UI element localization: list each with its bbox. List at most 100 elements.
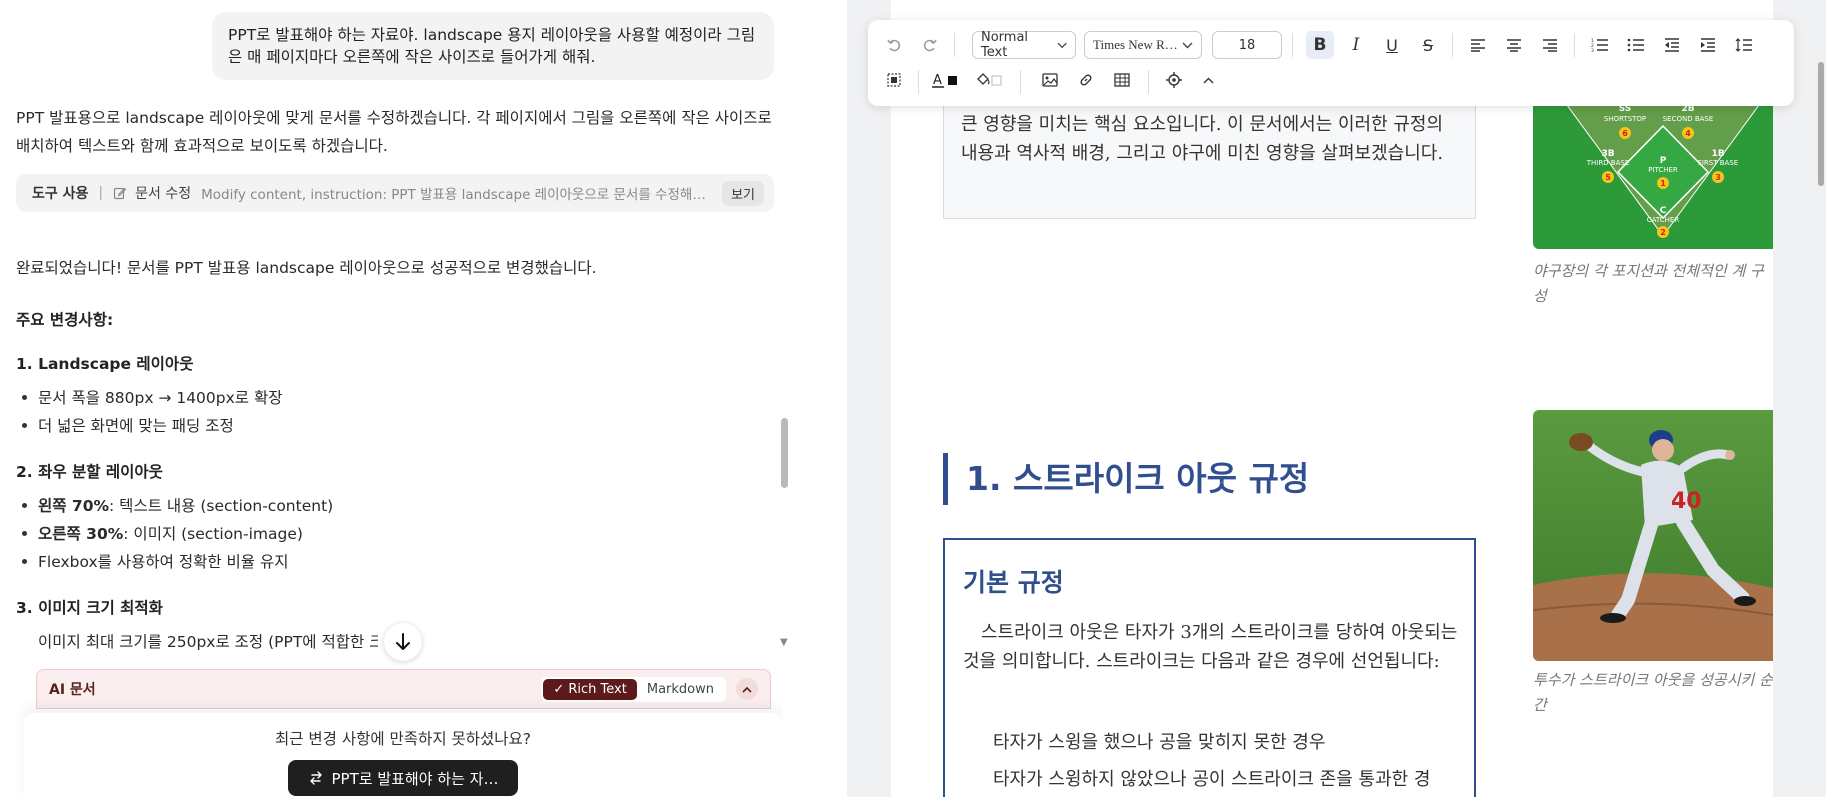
retry-icon [309, 771, 322, 785]
tool-description: Modify content, instruction: PPT 발표용 lan… [201, 187, 713, 203]
chat-scrollbar-thumb[interactable] [781, 418, 788, 488]
text-style-value: Normal Text [981, 30, 1029, 60]
underline-button[interactable]: U [1378, 31, 1406, 59]
list-item: 왼쪽 70%: 텍스트 내용 (section-content) [21, 494, 333, 516]
editor-toolbar: Normal Text Times New R… 18 B I U S 123 [868, 20, 1794, 106]
toolbar-divider [918, 70, 919, 94]
outdent-icon [1665, 38, 1679, 52]
locate-button[interactable] [1160, 68, 1188, 92]
svg-text:3: 3 [1715, 173, 1721, 182]
scroll-arrow-down-icon[interactable]: ▼ [780, 637, 788, 648]
align-left-icon [1471, 39, 1485, 52]
chat-scroll-area[interactable]: PPT로 발표해야 하는 자료야. landscape 용지 레이아웃을 사용할… [0, 0, 782, 797]
font-size-input[interactable]: 18 [1212, 31, 1282, 59]
svg-text:40: 40 [1671, 489, 1702, 514]
line-height-icon [1735, 38, 1752, 52]
numbered-list-button[interactable]: 123 [1586, 31, 1614, 59]
toolbar-divider [1020, 70, 1021, 94]
redo-button[interactable] [918, 33, 942, 57]
align-right-button[interactable] [1536, 31, 1564, 59]
changes-heading: 주요 변경사항: [16, 311, 114, 329]
rule-heading[interactable]: 기본 규정 [963, 563, 1064, 599]
crosshair-icon [1166, 72, 1182, 88]
align-center-button[interactable] [1500, 31, 1528, 59]
image-icon [1042, 73, 1058, 87]
svg-text:PITCHER: PITCHER [1648, 166, 1678, 174]
list-item: 더 넓은 화면에 맞는 패딩 조정 [22, 414, 234, 436]
text-color-icon: A [932, 73, 957, 88]
list-item: 오른쪽 30%: 이미지 (section-image) [22, 522, 303, 544]
toolbar-divider [1292, 33, 1293, 57]
ai-document-title: AI 문서 [49, 682, 96, 698]
align-left-button[interactable] [1464, 31, 1492, 59]
toolbar-divider [1148, 70, 1149, 94]
undo-button[interactable] [882, 33, 906, 57]
assistant-intro-text: PPT 발표용으로 landscape 레이아웃에 맞게 문서를 수정하겠습니다… [16, 109, 772, 155]
italic-button[interactable]: I [1342, 31, 1370, 59]
bold-icon: B [1313, 35, 1327, 55]
insert-image-button[interactable] [1036, 68, 1064, 92]
svg-text:2: 2 [1660, 228, 1666, 237]
align-right-icon [1543, 39, 1557, 52]
rule-paragraph[interactable]: 스트라이크 아웃은 타자가 3개의 스트라이크를 당하여 아웃되는 것을 의미합… [963, 618, 1458, 676]
document-page[interactable]: 큰 영향을 미치는 핵심 요소입니다. 이 문서에서는 이러한 규정의 내용과 … [891, 0, 1773, 797]
text-style-select[interactable]: Normal Text [972, 30, 1076, 60]
chat-scrollbar[interactable]: ▼ [780, 0, 790, 797]
tool-view-button[interactable]: 보기 [722, 180, 764, 206]
align-center-icon [1507, 39, 1521, 52]
tool-name: 문서 수정 [135, 186, 192, 202]
undo-icon [887, 39, 901, 52]
arrow-down-icon [396, 633, 410, 650]
section-title[interactable]: 1. 스트라이크 아웃 규정 [943, 453, 1309, 505]
section-heading-1: 1. Landscape 레이아웃 [16, 355, 194, 373]
highlight-color-button[interactable] [972, 68, 1008, 92]
svg-text:1: 1 [1660, 179, 1666, 188]
collapse-button[interactable] [736, 678, 758, 700]
tool-usage-label: 도구 사용 [32, 186, 89, 202]
chevron-down-icon [1182, 42, 1193, 48]
pitcher-photo: 40 [1533, 410, 1773, 661]
document-scrollbar-thumb[interactable] [1818, 62, 1824, 186]
baseball-field-image[interactable]: SS SHORTSTOP 2B SECOND BASE 3B THIRD BAS… [1533, 86, 1773, 249]
svg-text:6: 6 [1622, 129, 1628, 138]
underline-icon: U [1386, 35, 1398, 55]
list-item[interactable]: 타자가 스윙을 했으나 공을 맞히지 못한 경우 [993, 728, 1463, 754]
markdown-toggle[interactable]: Markdown [637, 679, 724, 700]
bullet-list-button[interactable] [1622, 31, 1650, 59]
font-size-value: 18 [1238, 37, 1256, 53]
rich-text-toggle[interactable]: ✓ Rich Text [543, 678, 637, 700]
retry-prompt-button[interactable]: PPT로 발표해야 하는 자… [288, 760, 518, 796]
svg-text:1B: 1B [1711, 149, 1724, 159]
font-family-select[interactable]: Times New R… [1084, 31, 1202, 59]
strikethrough-button[interactable]: S [1414, 31, 1442, 59]
insert-link-button[interactable] [1072, 68, 1100, 92]
chat-panel: PPT로 발표해야 하는 자료야. landscape 용지 레이아웃을 사용할… [0, 0, 793, 797]
bold-button[interactable]: B [1306, 31, 1334, 59]
svg-text:THIRD BASE: THIRD BASE [1586, 159, 1630, 167]
text-color-button[interactable]: A [928, 68, 964, 92]
document-scrollbar[interactable] [1816, 0, 1826, 797]
strikethrough-icon: S [1422, 35, 1434, 55]
list-item: Flexbox를 사용하여 정확한 비율 유지 [22, 550, 289, 572]
list-item[interactable]: 타자가 스윙하지 않았으나 공이 스트라이크 존을 통과한 경 [993, 765, 1463, 791]
pitcher-image[interactable]: 40 [1533, 410, 1773, 661]
select-all-icon [887, 73, 901, 87]
scroll-to-bottom-button[interactable] [384, 623, 422, 661]
numbered-list-icon: 123 [1591, 38, 1608, 52]
collapse-toolbar-button[interactable] [1196, 68, 1220, 92]
svg-text:5: 5 [1605, 173, 1611, 182]
font-family-value: Times New R… [1093, 37, 1178, 52]
insert-table-button[interactable] [1108, 68, 1136, 92]
outdent-button[interactable] [1658, 31, 1686, 59]
intro-paragraph[interactable]: 큰 영향을 미치는 핵심 요소입니다. 이 문서에서는 이러한 규정의 내용과 … [961, 110, 1456, 168]
figure-caption-field: 야구장의 각 포지션과 전체적인 계 구성 [1533, 262, 1764, 305]
indent-button[interactable] [1694, 31, 1722, 59]
tool-usage-row[interactable]: 도구 사용 | 문서 수정 Modify content, instructio… [16, 174, 774, 212]
select-all-button[interactable] [882, 68, 906, 92]
user-message-bubble: PPT로 발표해야 하는 자료야. landscape 용지 레이아웃을 사용할… [212, 12, 774, 80]
line-height-button[interactable] [1730, 31, 1758, 59]
svg-text:SECOND BASE: SECOND BASE [1663, 115, 1714, 123]
redo-icon [923, 39, 937, 52]
svg-text:C: C [1660, 206, 1667, 216]
svg-text:FIRST BASE: FIRST BASE [1698, 159, 1738, 167]
